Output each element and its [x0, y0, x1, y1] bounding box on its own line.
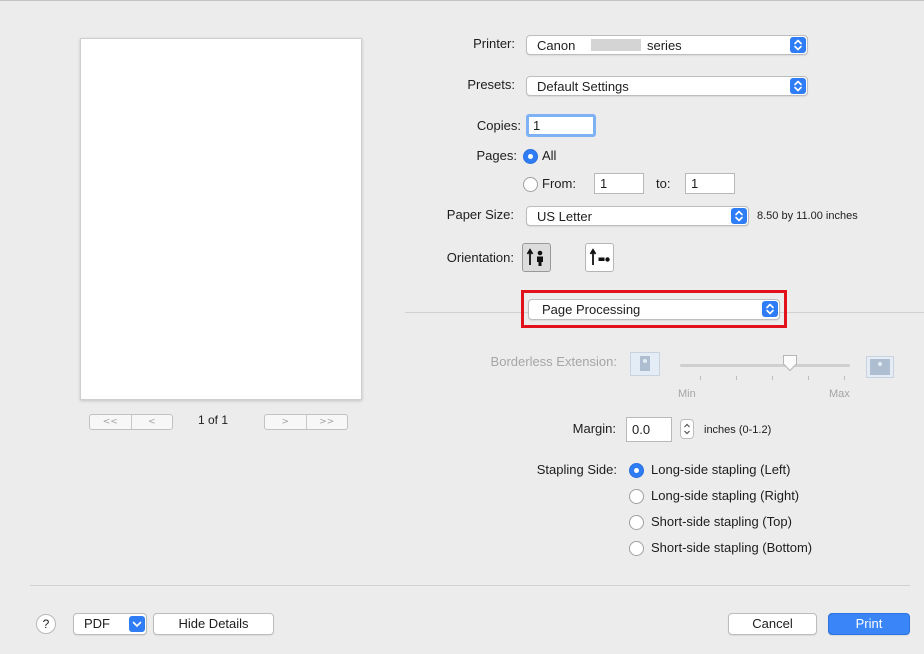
pages-all-label: All: [542, 148, 557, 163]
window-top-border: [0, 0, 924, 1]
copies-field[interactable]: 1: [526, 114, 596, 137]
panel-select-popup[interactable]: Page Processing: [528, 299, 780, 320]
pdf-menu-button[interactable]: PDF: [73, 613, 147, 635]
redacted-model-name: [591, 39, 641, 51]
pages-label: Pages:: [476, 148, 517, 163]
stapling-option-radio[interactable]: [629, 515, 644, 530]
stapling-option-radio[interactable]: [629, 489, 644, 504]
page-indicator: 1 of 1: [198, 413, 229, 427]
presets-value: Default Settings: [537, 79, 629, 94]
page-preview: [80, 38, 362, 400]
stapling-side-label: Stapling Side:: [536, 462, 617, 477]
paper-size-value: US Letter: [537, 209, 592, 224]
slider-tick: [772, 376, 773, 380]
pages-all-radio[interactable]: [523, 149, 538, 164]
stapling-option-label: Short-side stapling (Top): [651, 514, 792, 529]
orientation-portrait-button[interactable]: [522, 243, 551, 272]
slider-tick: [808, 376, 809, 380]
orientation-label: Orientation:: [446, 250, 514, 265]
portrait-icon: [526, 248, 543, 266]
next-last-page-buttons[interactable]: > >>: [264, 414, 348, 430]
previous-page-icon[interactable]: <: [130, 415, 173, 429]
first-prev-page-buttons[interactable]: << <: [89, 414, 173, 430]
paper-dimensions: 8.50 by 11.00 inches: [757, 210, 858, 222]
paper-size-popup[interactable]: US Letter: [526, 206, 749, 226]
paper-size-label: Paper Size:: [446, 207, 514, 222]
printer-popup[interactable]: Canon series: [526, 35, 808, 55]
pages-from-label: From:: [542, 176, 576, 191]
updown-arrow-icon: [790, 78, 806, 94]
footer-separator: [30, 585, 910, 586]
last-page-icon[interactable]: >>: [305, 415, 348, 429]
pages-from-field[interactable]: 1: [594, 173, 644, 194]
borderless-extension-label: Borderless Extension:: [490, 354, 617, 369]
panel-select-value: Page Processing: [542, 302, 641, 317]
cancel-button[interactable]: Cancel: [728, 613, 817, 635]
pages-to-label: to:: [656, 176, 671, 191]
updown-arrow-icon: [790, 37, 806, 53]
printer-label: Printer:: [473, 36, 515, 51]
orientation-landscape-button[interactable]: [585, 243, 614, 272]
max-extension-icon: [866, 356, 894, 378]
stepper-arrows-icon: [684, 423, 690, 435]
borderless-slider-thumb[interactable]: [782, 354, 798, 372]
updown-arrow-icon: [731, 208, 747, 224]
printer-name-prefix: Canon: [537, 38, 576, 53]
first-page-icon[interactable]: <<: [90, 415, 131, 429]
presets-label: Presets:: [467, 77, 515, 92]
min-extension-icon: [630, 352, 660, 376]
next-page-icon[interactable]: >: [265, 415, 306, 429]
slider-tick: [700, 376, 701, 380]
landscape-icon: [589, 248, 610, 265]
stapling-option-label: Short-side stapling (Bottom): [651, 540, 813, 555]
borderless-slider-track[interactable]: [680, 364, 850, 367]
slider-tick: [844, 376, 845, 380]
printer-name-suffix: series: [647, 38, 682, 53]
slider-min-label: Min: [678, 388, 696, 400]
chevron-down-icon: [129, 616, 145, 632]
help-button[interactable]: ?: [36, 614, 56, 634]
copies-label: Copies:: [476, 118, 521, 133]
margin-field[interactable]: 0.0: [626, 417, 672, 442]
stapling-option-label: Long-side stapling (Right): [651, 488, 800, 503]
stapling-option-radio[interactable]: [629, 463, 644, 478]
pages-to-field[interactable]: 1: [685, 173, 735, 194]
slider-tick: [736, 376, 737, 380]
margin-stepper[interactable]: [680, 419, 694, 439]
margin-label: Margin:: [572, 421, 616, 436]
hide-details-button[interactable]: Hide Details: [153, 613, 274, 635]
pages-from-radio[interactable]: [523, 177, 538, 192]
updown-arrow-icon: [762, 301, 778, 317]
margin-unit: inches (0-1.2): [704, 424, 772, 436]
stapling-option-radio[interactable]: [629, 541, 644, 556]
presets-popup[interactable]: Default Settings: [526, 76, 808, 96]
print-button[interactable]: Print: [828, 613, 910, 635]
pdf-label: PDF: [84, 616, 110, 631]
stapling-option-label: Long-side stapling (Left): [651, 462, 791, 477]
slider-max-label: Max: [829, 388, 850, 400]
